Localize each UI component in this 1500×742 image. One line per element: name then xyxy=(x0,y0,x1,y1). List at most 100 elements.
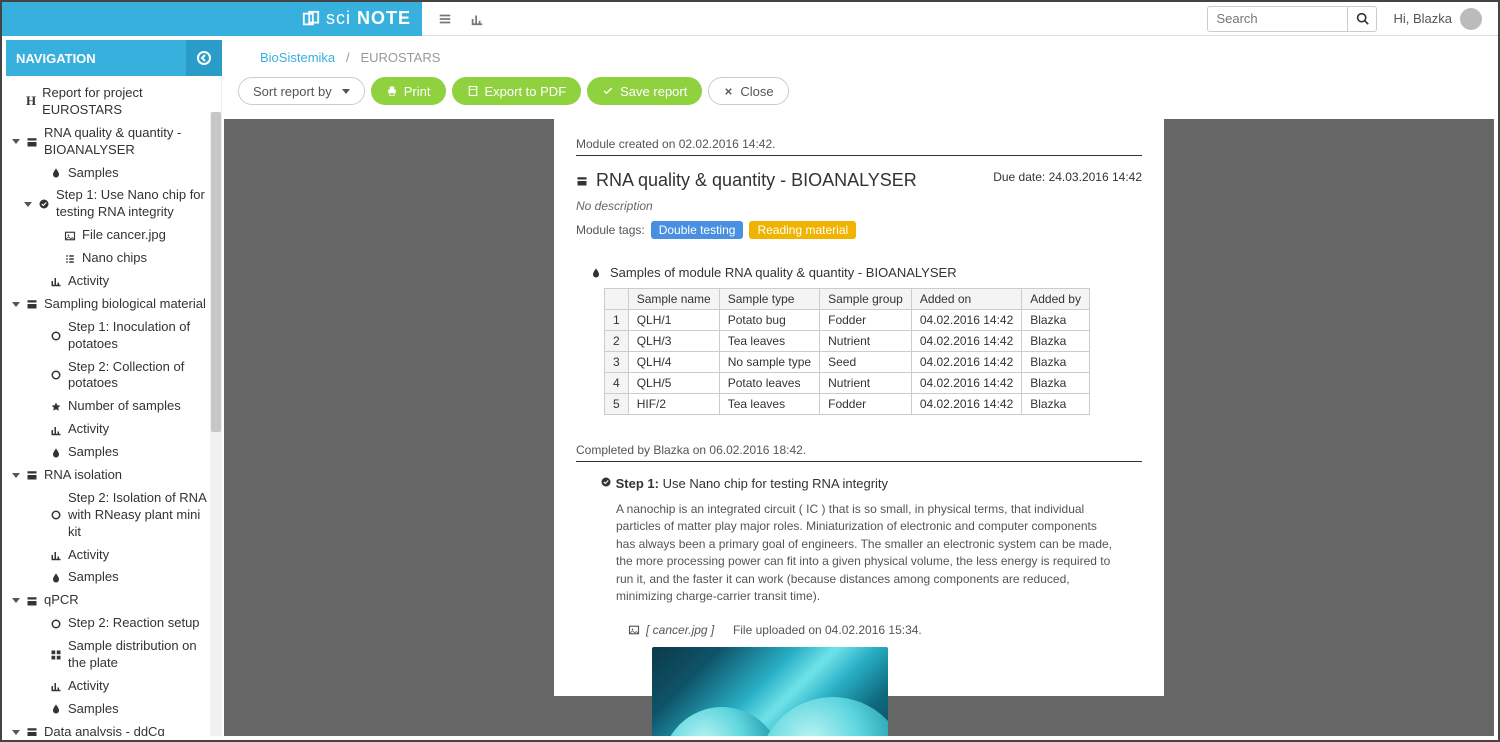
sidebar-item-label: Data analysis - ddCq xyxy=(44,724,215,736)
brand[interactable]: sciNOTE xyxy=(2,2,422,36)
report-canvas[interactable]: Module created on 02.02.2016 14:42. RNA … xyxy=(224,119,1494,736)
table-header: Added on xyxy=(911,289,1021,310)
sidebar-item[interactable]: RNA isolation xyxy=(6,464,221,487)
activity-icon xyxy=(50,275,62,287)
circle-icon xyxy=(50,330,62,342)
sidebar-item-label: Number of samples xyxy=(68,398,215,415)
module-icon xyxy=(26,136,38,148)
sidebar-item[interactable]: RNA quality & quantity - BIOANALYSER xyxy=(6,122,221,162)
grid-icon xyxy=(50,649,62,661)
sidebar-header: NAVIGATION xyxy=(6,40,222,76)
sidebar-item-label: Samples xyxy=(68,569,215,586)
sidebar-item[interactable]: HReport for project EUROSTARS xyxy=(6,82,221,122)
brand-name-b: NOTE xyxy=(357,8,411,29)
table-header: Added by xyxy=(1022,289,1090,310)
close-icon xyxy=(723,86,734,97)
sidebar-item[interactable]: Data analysis - ddCq xyxy=(6,721,221,736)
sidebar-item[interactable]: Step 1: Use Nano chip for testing RNA in… xyxy=(6,184,221,224)
samples-table: Sample nameSample typeSample groupAdded … xyxy=(604,288,1090,415)
menu-icon[interactable] xyxy=(438,12,452,26)
star-icon xyxy=(50,401,62,413)
activity-icon xyxy=(50,424,62,436)
sidebar-item[interactable]: Samples xyxy=(6,162,221,185)
sidebar-item-label: Nano chips xyxy=(82,250,215,267)
caret-icon xyxy=(24,202,32,207)
brand-icon xyxy=(302,10,320,28)
sidebar-item-label: RNA quality & quantity - BIOANALYSER xyxy=(44,125,215,159)
sidebar-item[interactable]: Nano chips xyxy=(6,247,221,270)
activity-icon xyxy=(50,680,62,692)
sidebar-item-label: RNA isolation xyxy=(44,467,215,484)
chart-icon[interactable] xyxy=(470,12,484,26)
table-header: Sample type xyxy=(719,289,819,310)
table-header xyxy=(605,289,629,310)
circle-icon xyxy=(50,618,62,630)
sidebar-item-label: Step 2: Collection of potatoes xyxy=(68,359,215,393)
caret-icon xyxy=(12,473,20,478)
table-row: 4QLH/5Potato leavesNutrient04.02.2016 14… xyxy=(605,373,1090,394)
sidebar-item[interactable]: Step 2: Collection of potatoes xyxy=(6,356,221,396)
breadcrumb-root[interactable]: BioSistemika xyxy=(260,50,335,65)
user-menu[interactable]: Hi, Blazka xyxy=(1377,8,1498,30)
close-button[interactable]: Close xyxy=(708,77,788,105)
sidebar-item-label: Samples xyxy=(68,444,215,461)
module-icon xyxy=(26,469,38,481)
sidebar-item[interactable]: Sample distribution on the plate xyxy=(6,635,221,675)
module-icon xyxy=(576,175,588,187)
sidebar-item-label: Sampling biological material xyxy=(44,296,215,313)
print-icon xyxy=(386,85,398,97)
step-body: A nanochip is an integrated circuit ( IC… xyxy=(616,501,1118,605)
sidebar-item[interactable]: Step 2: Isolation of RNA with RNeasy pla… xyxy=(6,487,221,544)
circle-icon xyxy=(50,369,62,381)
caret-icon xyxy=(12,730,20,735)
check-icon xyxy=(38,198,50,210)
module-tags: Module tags: Double testing Reading mate… xyxy=(576,221,917,239)
sidebar-item[interactable]: Activity xyxy=(6,270,221,293)
search xyxy=(1207,6,1377,32)
list-icon xyxy=(64,253,76,265)
module-created: Module created on 02.02.2016 14:42. xyxy=(576,137,776,151)
sidebar-item[interactable]: Activity xyxy=(6,675,221,698)
table-row: 2QLH/3Tea leavesNutrient04.02.2016 14:42… xyxy=(605,331,1090,352)
sidebar-item-label: Report for project EUROSTARS xyxy=(42,85,215,119)
sidebar-item[interactable]: Samples xyxy=(6,566,221,589)
sidebar-item[interactable]: Activity xyxy=(6,418,221,441)
collapse-icon xyxy=(196,50,212,66)
file-name: [ cancer.jpg ] xyxy=(646,623,714,637)
print-button[interactable]: Print xyxy=(371,77,446,105)
avatar xyxy=(1460,8,1482,30)
file-attachment: [ cancer.jpg ] File uploaded on 04.02.20… xyxy=(628,623,1142,637)
sidebar-item[interactable]: qPCR xyxy=(6,589,221,612)
drop-icon xyxy=(50,167,62,179)
sidebar: NAVIGATION HReport for project EUROSTARS… xyxy=(6,40,222,736)
table-row: 5HIF/2Tea leavesFodder04.02.2016 14:42Bl… xyxy=(605,394,1090,415)
sidebar-item[interactable]: Number of samples xyxy=(6,395,221,418)
module-icon xyxy=(26,298,38,310)
sidebar-item[interactable]: Activity xyxy=(6,544,221,567)
search-button[interactable] xyxy=(1347,6,1377,32)
sort-button[interactable]: Sort report by xyxy=(238,77,365,105)
sidebar-item[interactable]: Step 2: Reaction setup xyxy=(6,612,221,635)
sidebar-item[interactable]: Samples xyxy=(6,441,221,464)
attachment-image xyxy=(652,647,888,736)
due-date: Due date: 24.03.2016 14:42 xyxy=(993,170,1142,184)
sidebar-item[interactable]: File cancer.jpg xyxy=(6,224,221,247)
sidebar-item[interactable]: Sampling biological material xyxy=(6,293,221,316)
topbar: sciNOTE Hi, Blazka xyxy=(2,2,1498,36)
sidebar-item-label: Step 1: Inoculation of potatoes xyxy=(68,319,215,353)
sidebar-item[interactable]: Step 1: Inoculation of potatoes xyxy=(6,316,221,356)
pdf-icon xyxy=(467,85,479,97)
save-button[interactable]: Save report xyxy=(587,77,702,105)
module-icon xyxy=(26,595,38,607)
table-header: Sample group xyxy=(820,289,912,310)
search-input[interactable] xyxy=(1207,6,1347,32)
module-description: No description xyxy=(576,199,917,213)
export-pdf-button[interactable]: Export to PDF xyxy=(452,77,582,105)
sidebar-body: HReport for project EUROSTARSRNA quality… xyxy=(6,76,222,736)
sidebar-item[interactable]: Samples xyxy=(6,698,221,721)
image-icon xyxy=(628,624,640,636)
sidebar-item-label: Activity xyxy=(68,547,215,564)
sidebar-collapse-button[interactable] xyxy=(186,40,222,76)
step-completed-by: Completed by Blazka on 06.02.2016 18:42. xyxy=(576,443,1142,457)
sidebar-scrollbar[interactable] xyxy=(210,112,222,736)
